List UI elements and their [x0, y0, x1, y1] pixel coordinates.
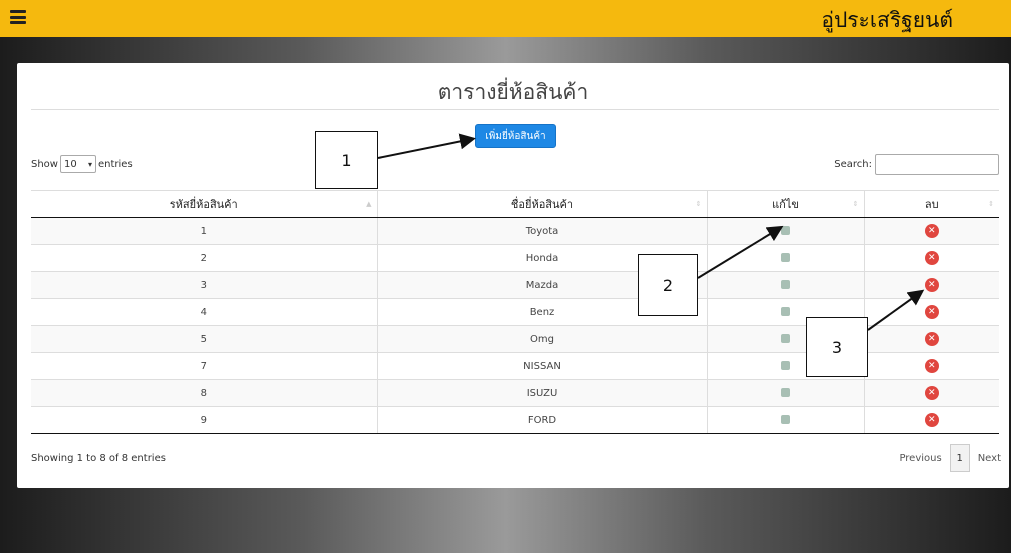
- edit-icon[interactable]: [781, 253, 790, 262]
- edit-icon[interactable]: [781, 334, 790, 343]
- sort-icon: ⇕: [852, 200, 859, 208]
- page-1-button[interactable]: 1: [949, 444, 970, 472]
- brand-id: 2: [31, 244, 377, 272]
- brand-name: Toyota: [376, 217, 707, 245]
- next-button[interactable]: Next: [978, 453, 1001, 464]
- edit-icon[interactable]: [781, 226, 790, 235]
- brand-name: ISUZU: [376, 379, 707, 407]
- show-entries: Show 10 ▾ entries: [31, 155, 133, 173]
- search-label: Search:: [834, 159, 872, 170]
- edit-icon[interactable]: [781, 388, 790, 397]
- brand-name: Omg: [376, 325, 707, 353]
- brand-name: FORD: [376, 406, 707, 434]
- edit-icon[interactable]: [781, 307, 790, 316]
- table-info: Showing 1 to 8 of 8 entries: [31, 453, 166, 464]
- edit-icon[interactable]: [781, 361, 790, 370]
- delete-icon[interactable]: ✕: [924, 251, 939, 265]
- sort-icon: ⇕: [695, 200, 702, 208]
- sort-icon: ▲: [366, 200, 372, 208]
- column-header-edit[interactable]: แก้ไข ⇕: [706, 190, 864, 218]
- content-card: ตารางยี่ห้อสินค้า เพิ่มยี่ห้อสินค้า Show…: [17, 63, 1009, 488]
- chevron-down-icon: ▾: [87, 159, 92, 169]
- sort-icon: ⇕: [988, 200, 994, 208]
- entries-label: entries: [97, 158, 133, 170]
- search-input[interactable]: [875, 154, 999, 175]
- table-row: 2 Honda ✕: [31, 244, 999, 272]
- delete-icon[interactable]: ✕: [924, 332, 939, 346]
- entries-value: 10: [63, 158, 77, 170]
- previous-button[interactable]: Previous: [899, 453, 941, 464]
- brand-id: 5: [31, 325, 377, 353]
- column-header-delete[interactable]: ลบ ⇕: [863, 190, 999, 218]
- edit-icon[interactable]: [781, 415, 790, 424]
- pagination: Previous 1 Next: [899, 444, 1001, 472]
- page-title: ตารางยี่ห้อสินค้า: [437, 80, 589, 104]
- brand-id: 3: [31, 271, 377, 299]
- brand-id: 8: [31, 379, 377, 407]
- brand-id: 1: [31, 217, 377, 245]
- hamburger-icon[interactable]: [10, 10, 26, 24]
- entries-select[interactable]: 10 ▾: [59, 155, 96, 173]
- table-row: 1 Toyota ✕: [31, 217, 999, 245]
- delete-icon[interactable]: ✕: [924, 386, 939, 400]
- delete-icon[interactable]: ✕: [924, 224, 939, 238]
- column-header-name[interactable]: ชื่อยี่ห้อสินค้า ⇕: [376, 190, 707, 218]
- callout-2: 2: [638, 254, 698, 316]
- table-row: 8 ISUZU ✕: [31, 379, 999, 407]
- table-header-row: รหัสยี่ห้อสินค้า ▲ ชื่อยี่ห้อสินค้า ⇕ แก…: [31, 190, 999, 218]
- table-row: 3 Mazda ✕: [31, 271, 999, 299]
- column-header-id[interactable]: รหัสยี่ห้อสินค้า ▲: [31, 190, 377, 218]
- delete-icon[interactable]: ✕: [924, 305, 939, 319]
- brand-id: 9: [31, 406, 377, 434]
- delete-icon[interactable]: ✕: [924, 278, 939, 292]
- show-label: Show: [31, 158, 58, 170]
- top-bar: อู่ประเสริฐยนต์: [0, 0, 1011, 37]
- brand-name: NISSAN: [376, 352, 707, 380]
- edit-icon[interactable]: [781, 280, 790, 289]
- add-brand-button[interactable]: เพิ่มยี่ห้อสินค้า: [475, 124, 556, 148]
- delete-icon[interactable]: ✕: [924, 413, 939, 427]
- table-row: 9 FORD ✕: [31, 406, 999, 434]
- brand-table: รหัสยี่ห้อสินค้า ▲ ชื่อยี่ห้อสินค้า ⇕ แก…: [31, 190, 999, 434]
- title-divider: [31, 109, 999, 110]
- callout-1: 1: [315, 131, 378, 189]
- brand-id: 7: [31, 352, 377, 380]
- callout-3: 3: [806, 317, 868, 377]
- brand-title: อู่ประเสริฐยนต์: [821, 8, 953, 32]
- brand-id: 4: [31, 298, 377, 326]
- delete-icon[interactable]: ✕: [924, 359, 939, 373]
- search-box: Search:: [834, 154, 999, 175]
